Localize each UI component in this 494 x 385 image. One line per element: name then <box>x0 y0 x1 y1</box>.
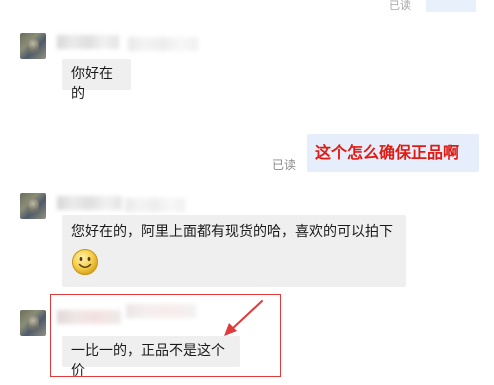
sender-name-blurred <box>126 304 196 318</box>
avatar[interactable] <box>20 33 46 59</box>
message-text: 你好在的 <box>71 66 113 102</box>
message-bubble-left: 一比一的，正品不是这个价 <box>62 336 240 379</box>
message-text: 您好在的，阿里上面都有现货的哈，喜欢的可以拍下 <box>71 224 393 240</box>
message-bubble-left: 你好在的 <box>62 59 131 102</box>
sender-name-blurred <box>57 310 121 324</box>
sender-name-blurred <box>57 196 122 210</box>
sender-name-blurred <box>57 35 119 49</box>
read-receipt-top: 已读 <box>389 0 411 12</box>
annotation-arrow-icon <box>224 300 263 336</box>
message-bubble-left: 您好在的，阿里上面都有现货的哈，喜欢的可以拍下 <box>62 215 406 287</box>
avatar[interactable] <box>20 193 46 219</box>
sender-name-blurred <box>128 37 198 51</box>
avatar[interactable] <box>20 310 46 336</box>
smile-face-icon <box>72 249 98 275</box>
message-bubble-right-partial <box>426 0 476 12</box>
message-text: 这个怎么确保正品啊 <box>315 143 460 162</box>
sender-name-blurred <box>125 198 185 212</box>
message-bubble-right: 这个怎么确保正品啊 <box>307 134 479 172</box>
read-receipt: 已读 <box>272 158 297 172</box>
